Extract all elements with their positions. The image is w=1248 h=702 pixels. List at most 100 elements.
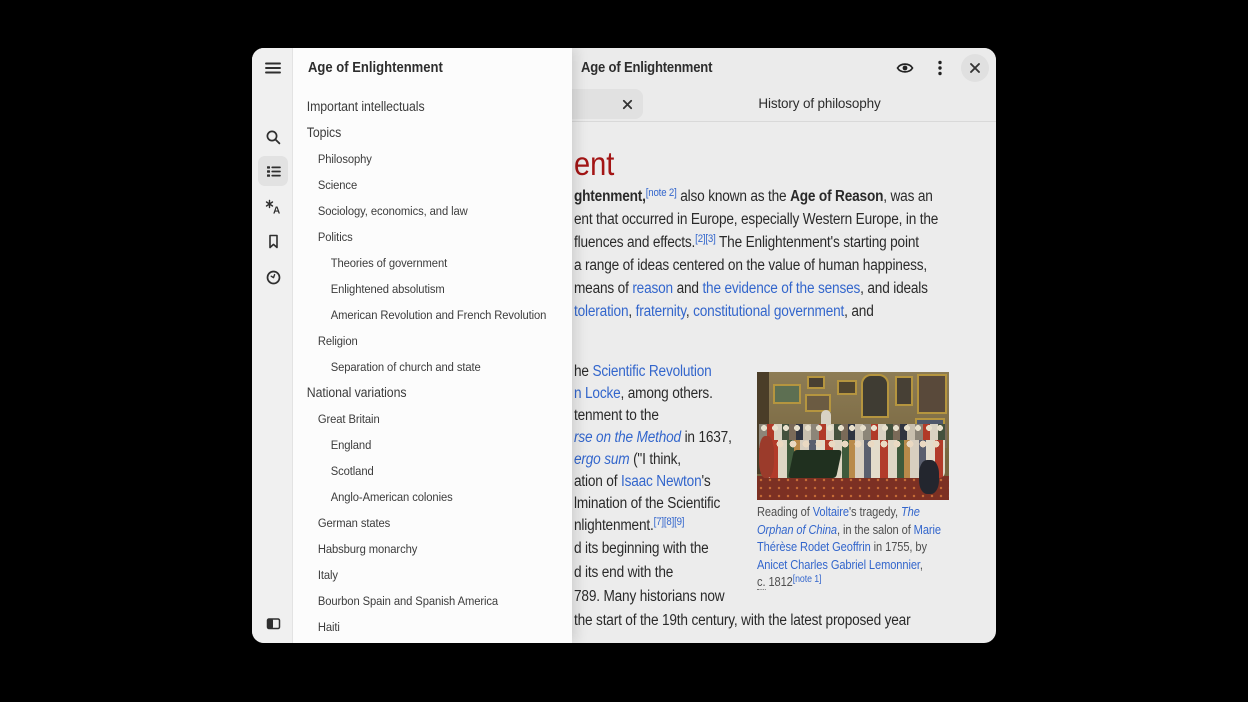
list-icon <box>265 163 282 180</box>
text-segment: c. <box>757 575 765 590</box>
toc-item[interactable]: German states <box>293 510 550 536</box>
toc-item[interactable]: Enlightened absolutism <box>293 276 550 302</box>
search-button[interactable] <box>258 122 288 152</box>
text-segment: fluences and effects. <box>574 234 695 251</box>
article-link[interactable]: constitutional government <box>693 303 844 320</box>
history-button[interactable] <box>258 262 288 292</box>
toc-button[interactable] <box>258 156 288 186</box>
caption-line: Anicet Charles Gabriel Lemonnier, <box>757 558 923 572</box>
article-line: the start of the 19th century, with the … <box>574 612 910 630</box>
toc-item[interactable]: Bourbon Spain and Spanish America <box>293 588 550 614</box>
reference-link[interactable]: [note 1] <box>793 574 822 585</box>
close-icon <box>969 62 981 74</box>
toc-item[interactable]: Important intellectuals <box>293 94 550 120</box>
article-link[interactable]: rse on the Method <box>574 429 681 446</box>
article-line: he Scientific Revolution <box>574 363 712 381</box>
svg-text:A: A <box>273 205 280 216</box>
menu-button[interactable] <box>924 52 956 84</box>
article-link[interactable]: The <box>901 505 920 519</box>
toc-item[interactable]: Separation of church and state <box>293 354 550 380</box>
close-button[interactable] <box>961 54 989 82</box>
text-segment: Reading of <box>757 505 813 519</box>
text-segment: , and <box>844 303 873 320</box>
main-menu-button[interactable] <box>258 53 288 83</box>
toc-item[interactable]: Great Britain <box>293 406 550 432</box>
text-segment: d its end with the <box>574 564 673 581</box>
article-link[interactable]: Orphan of China <box>757 523 837 537</box>
menu-dots-icon <box>932 59 948 77</box>
toc-item[interactable]: American Revolution and French Revolutio… <box>293 302 550 328</box>
app-window: Age of Enlightenment <box>252 48 996 643</box>
text-segment: , in the salon of <box>837 523 914 537</box>
article-link[interactable]: Voltaire <box>813 505 849 519</box>
article-line: rse on the Method in 1637, <box>574 429 732 447</box>
article-link[interactable]: toleration <box>574 303 628 320</box>
tab-close-button[interactable] <box>616 93 638 115</box>
text-segment: ghtenment, <box>574 188 646 205</box>
reference-link[interactable]: [2][3] <box>695 233 715 245</box>
text-segment: The Enlightenment's starting point <box>716 234 919 251</box>
article-line: 789. Many historians now <box>574 588 724 606</box>
text-segment: , was an <box>883 188 932 205</box>
reference-link[interactable]: [note 2] <box>646 187 677 199</box>
text-segment: the start of the 19th century, with the … <box>574 612 910 629</box>
toc-item[interactable]: England <box>293 432 550 458</box>
clock-icon <box>265 269 282 286</box>
toc-item[interactable]: Science <box>293 172 550 198</box>
toc-item[interactable]: Scotland <box>293 458 550 484</box>
article-line: ergo sum ("I think, <box>574 451 681 469</box>
text-segment: , <box>628 303 635 320</box>
language-icon: A <box>265 199 282 216</box>
toc-item[interactable]: Habsburg monarchy <box>293 536 550 562</box>
article-link[interactable]: n Locke <box>574 385 621 402</box>
tab-close-icon <box>622 99 633 110</box>
text-segment: , <box>920 558 923 572</box>
article-link[interactable]: the evidence of the senses <box>702 280 860 297</box>
article-link[interactable]: Thérèse Rodet Geoffrin <box>757 540 871 554</box>
toc-item[interactable]: Politics <box>293 224 550 250</box>
article-line: lmination of the Scientific <box>574 495 720 513</box>
toc-item[interactable]: Haiti <box>293 614 550 640</box>
toc-item[interactable]: Anglo-American colonies <box>293 484 550 510</box>
article-link[interactable]: reason <box>632 280 673 297</box>
article-line: ent that occurred in Europe, especially … <box>574 211 938 229</box>
text-segment: in 1755, by <box>871 540 927 554</box>
article-line: [10] <box>598 639 613 643</box>
eye-button[interactable] <box>889 52 921 84</box>
toc-item[interactable]: Topics <box>293 120 550 146</box>
toc-item[interactable]: Italy <box>293 562 550 588</box>
article-line: toleration, fraternity, constitutional g… <box>574 303 874 321</box>
tab-history-of-philosophy[interactable]: History of philosophy <box>643 86 996 121</box>
reference-link[interactable]: [7][8][9] <box>654 516 685 528</box>
text-segment: also known as the <box>677 188 790 205</box>
article-link[interactable]: Scientific Revolution <box>592 363 711 380</box>
text-segment: Age of Reason <box>790 188 883 205</box>
text-segment: and <box>673 280 702 297</box>
languages-button[interactable]: A <box>258 192 288 222</box>
toc-item[interactable]: Theories of government <box>293 250 550 276</box>
search-icon <box>265 129 282 146</box>
article-link[interactable]: Anicet Charles Gabriel Lemonnier <box>757 558 920 572</box>
caption-line: c. 1812[note 1] <box>757 575 821 589</box>
hamburger-icon <box>264 59 282 77</box>
text-segment: , among others. <box>621 385 713 402</box>
toc-item[interactable]: Philosophy <box>293 146 550 172</box>
article-link[interactable]: ergo sum <box>574 451 629 468</box>
caption-line: Orphan of China, in the salon of Marie <box>757 523 941 537</box>
article-link[interactable]: Marie <box>914 523 941 537</box>
toggle-panel-button[interactable] <box>258 608 288 638</box>
toc-item[interactable]: Sociology, economics, and law <box>293 198 550 224</box>
text-segment: in 1637, <box>681 429 732 446</box>
article-link[interactable]: Isaac Newton <box>621 473 702 490</box>
article-line: means of reason and the evidence of the … <box>574 280 928 298</box>
text-segment: ation of <box>574 473 621 490</box>
text-segment: 's <box>701 473 710 490</box>
toc-item[interactable]: National variations <box>293 380 550 406</box>
article-line: d its beginning with the <box>574 540 709 558</box>
bookmarks-button[interactable] <box>258 226 288 256</box>
article-link[interactable]: fraternity <box>636 303 686 320</box>
sidebar-toggle-icon <box>265 615 282 632</box>
text-segment: d its beginning with the <box>574 540 709 557</box>
tab-label: History of philosophy <box>758 96 880 111</box>
toc-item[interactable]: Religion <box>293 328 550 354</box>
